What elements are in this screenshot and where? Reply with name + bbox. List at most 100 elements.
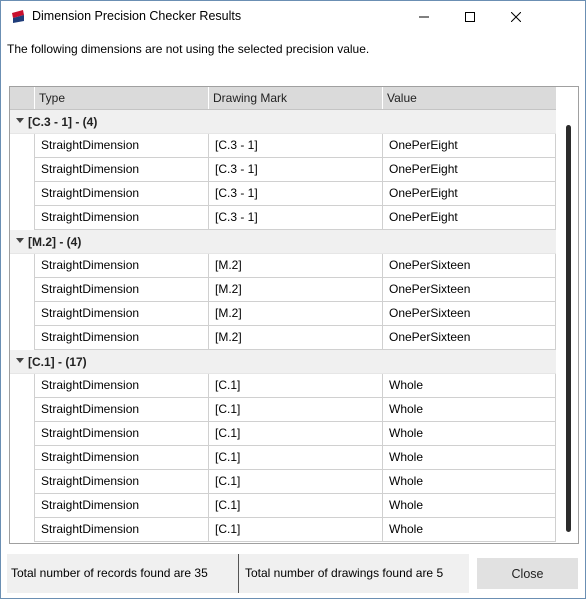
cell-value[interactable]: Whole [383, 398, 556, 422]
grid-body: [C.3 - 1] - (4) StraightDimension [C.3 - 1… [10, 110, 556, 542]
dialog-window: Dimension Precision Checker Results The … [0, 0, 586, 599]
table-row[interactable]: StraightDimension [C.3 - 1] OnePerEight [10, 134, 556, 158]
cell-value[interactable]: Whole [383, 422, 556, 446]
close-window-button[interactable] [493, 1, 539, 32]
cell-drawing-mark[interactable]: [C.3 - 1] [209, 182, 383, 206]
description-text: The following dimensions are not using t… [7, 42, 370, 56]
column-header-type[interactable]: Type [35, 87, 209, 109]
cell-value[interactable]: Whole [383, 518, 556, 542]
cell-drawing-mark[interactable]: [C.3 - 1] [209, 206, 383, 230]
cell-value[interactable]: OnePerSixteen [383, 254, 556, 278]
results-grid[interactable]: Type Drawing Mark Value [C.3 - 1] - (4) S… [9, 86, 579, 544]
cell-drawing-mark[interactable]: [C.1] [209, 518, 383, 542]
table-row[interactable]: StraightDimension [M.2] OnePerSixteen [10, 302, 556, 326]
row-indent [10, 254, 35, 278]
group-label: [M.2] - (4) [28, 235, 82, 249]
cell-value[interactable]: OnePerEight [383, 134, 556, 158]
column-header-drawing-mark[interactable]: Drawing Mark [209, 87, 383, 109]
table-row[interactable]: StraightDimension [C.3 - 1] OnePerEight [10, 206, 556, 230]
cell-value[interactable]: Whole [383, 470, 556, 494]
cell-type[interactable]: StraightDimension [35, 254, 209, 278]
cell-type[interactable]: StraightDimension [35, 470, 209, 494]
cell-value[interactable]: OnePerSixteen [383, 278, 556, 302]
row-indent [10, 182, 35, 206]
cell-type[interactable]: StraightDimension [35, 326, 209, 350]
cell-value[interactable]: OnePerEight [383, 206, 556, 230]
cell-drawing-mark[interactable]: [M.2] [209, 326, 383, 350]
row-indent [10, 494, 35, 518]
cell-drawing-mark[interactable]: [M.2] [209, 254, 383, 278]
table-row[interactable]: StraightDimension [C.3 - 1] OnePerEight [10, 158, 556, 182]
chevron-down-icon[interactable] [16, 358, 24, 363]
table-row[interactable]: StraightDimension [C.1] Whole [10, 422, 556, 446]
title-bar[interactable]: Dimension Precision Checker Results [1, 1, 585, 32]
table-row[interactable]: StraightDimension [C.1] Whole [10, 518, 556, 542]
minimize-button[interactable] [401, 1, 447, 32]
cell-drawing-mark[interactable]: [M.2] [209, 302, 383, 326]
cell-value[interactable]: OnePerSixteen [383, 326, 556, 350]
group-row[interactable]: [C.3 - 1] - (4) [10, 110, 556, 134]
row-indent [10, 302, 35, 326]
cell-type[interactable]: StraightDimension [35, 206, 209, 230]
cell-value[interactable]: OnePerEight [383, 182, 556, 206]
cell-type[interactable]: StraightDimension [35, 374, 209, 398]
maximize-button[interactable] [447, 1, 493, 32]
row-indent [10, 398, 35, 422]
cell-type[interactable]: StraightDimension [35, 422, 209, 446]
group-label: [C.1] - (17) [28, 355, 87, 369]
cell-type[interactable]: StraightDimension [35, 398, 209, 422]
cell-value[interactable]: Whole [383, 374, 556, 398]
app-icon [10, 8, 26, 24]
cell-drawing-mark[interactable]: [C.1] [209, 374, 383, 398]
chevron-down-icon[interactable] [16, 238, 24, 243]
cell-drawing-mark[interactable]: [C.1] [209, 494, 383, 518]
vertical-scrollbar[interactable] [559, 87, 577, 543]
cell-type[interactable]: StraightDimension [35, 158, 209, 182]
table-row[interactable]: StraightDimension [C.1] Whole [10, 398, 556, 422]
footer-divider [238, 554, 239, 593]
cell-drawing-mark[interactable]: [C.3 - 1] [209, 134, 383, 158]
row-indent [10, 158, 35, 182]
cell-type[interactable]: StraightDimension [35, 446, 209, 470]
table-row[interactable]: StraightDimension [C.1] Whole [10, 494, 556, 518]
status-footer: Total number of records found are 35 Tot… [7, 554, 469, 593]
close-button[interactable]: Close [477, 558, 578, 589]
cell-value[interactable]: Whole [383, 446, 556, 470]
cell-type[interactable]: StraightDimension [35, 494, 209, 518]
cell-drawing-mark[interactable]: [C.3 - 1] [209, 158, 383, 182]
table-row[interactable]: StraightDimension [C.1] Whole [10, 470, 556, 494]
scrollbar-thumb[interactable] [566, 125, 571, 532]
table-row[interactable]: StraightDimension [M.2] OnePerSixteen [10, 278, 556, 302]
table-row[interactable]: StraightDimension [C.1] Whole [10, 446, 556, 470]
cell-value[interactable]: Whole [383, 494, 556, 518]
table-row[interactable]: StraightDimension [M.2] OnePerSixteen [10, 326, 556, 350]
row-indent [10, 326, 35, 350]
group-row[interactable]: [M.2] - (4) [10, 230, 556, 254]
table-row[interactable]: StraightDimension [C.1] Whole [10, 374, 556, 398]
table-row[interactable]: StraightDimension [M.2] OnePerSixteen [10, 254, 556, 278]
cell-drawing-mark[interactable]: [C.1] [209, 446, 383, 470]
row-indent [10, 518, 35, 542]
cell-type[interactable]: StraightDimension [35, 134, 209, 158]
cell-type[interactable]: StraightDimension [35, 278, 209, 302]
chevron-down-icon[interactable] [16, 118, 24, 123]
cell-drawing-mark[interactable]: [C.1] [209, 470, 383, 494]
row-indent [10, 422, 35, 446]
minimize-icon [419, 16, 429, 17]
cell-drawing-mark[interactable]: [M.2] [209, 278, 383, 302]
group-label: [C.3 - 1] - (4) [28, 115, 98, 129]
cell-drawing-mark[interactable]: [C.1] [209, 398, 383, 422]
cell-drawing-mark[interactable]: [C.1] [209, 422, 383, 446]
row-indent [10, 278, 35, 302]
window-title: Dimension Precision Checker Results [32, 9, 242, 23]
column-header-value[interactable]: Value [383, 87, 556, 109]
group-row[interactable]: [C.1] - (17) [10, 350, 556, 374]
cell-type[interactable]: StraightDimension [35, 518, 209, 542]
cell-value[interactable]: OnePerSixteen [383, 302, 556, 326]
cell-type[interactable]: StraightDimension [35, 182, 209, 206]
row-indent [10, 374, 35, 398]
close-icon [511, 11, 521, 22]
cell-value[interactable]: OnePerEight [383, 158, 556, 182]
table-row[interactable]: StraightDimension [C.3 - 1] OnePerEight [10, 182, 556, 206]
cell-type[interactable]: StraightDimension [35, 302, 209, 326]
